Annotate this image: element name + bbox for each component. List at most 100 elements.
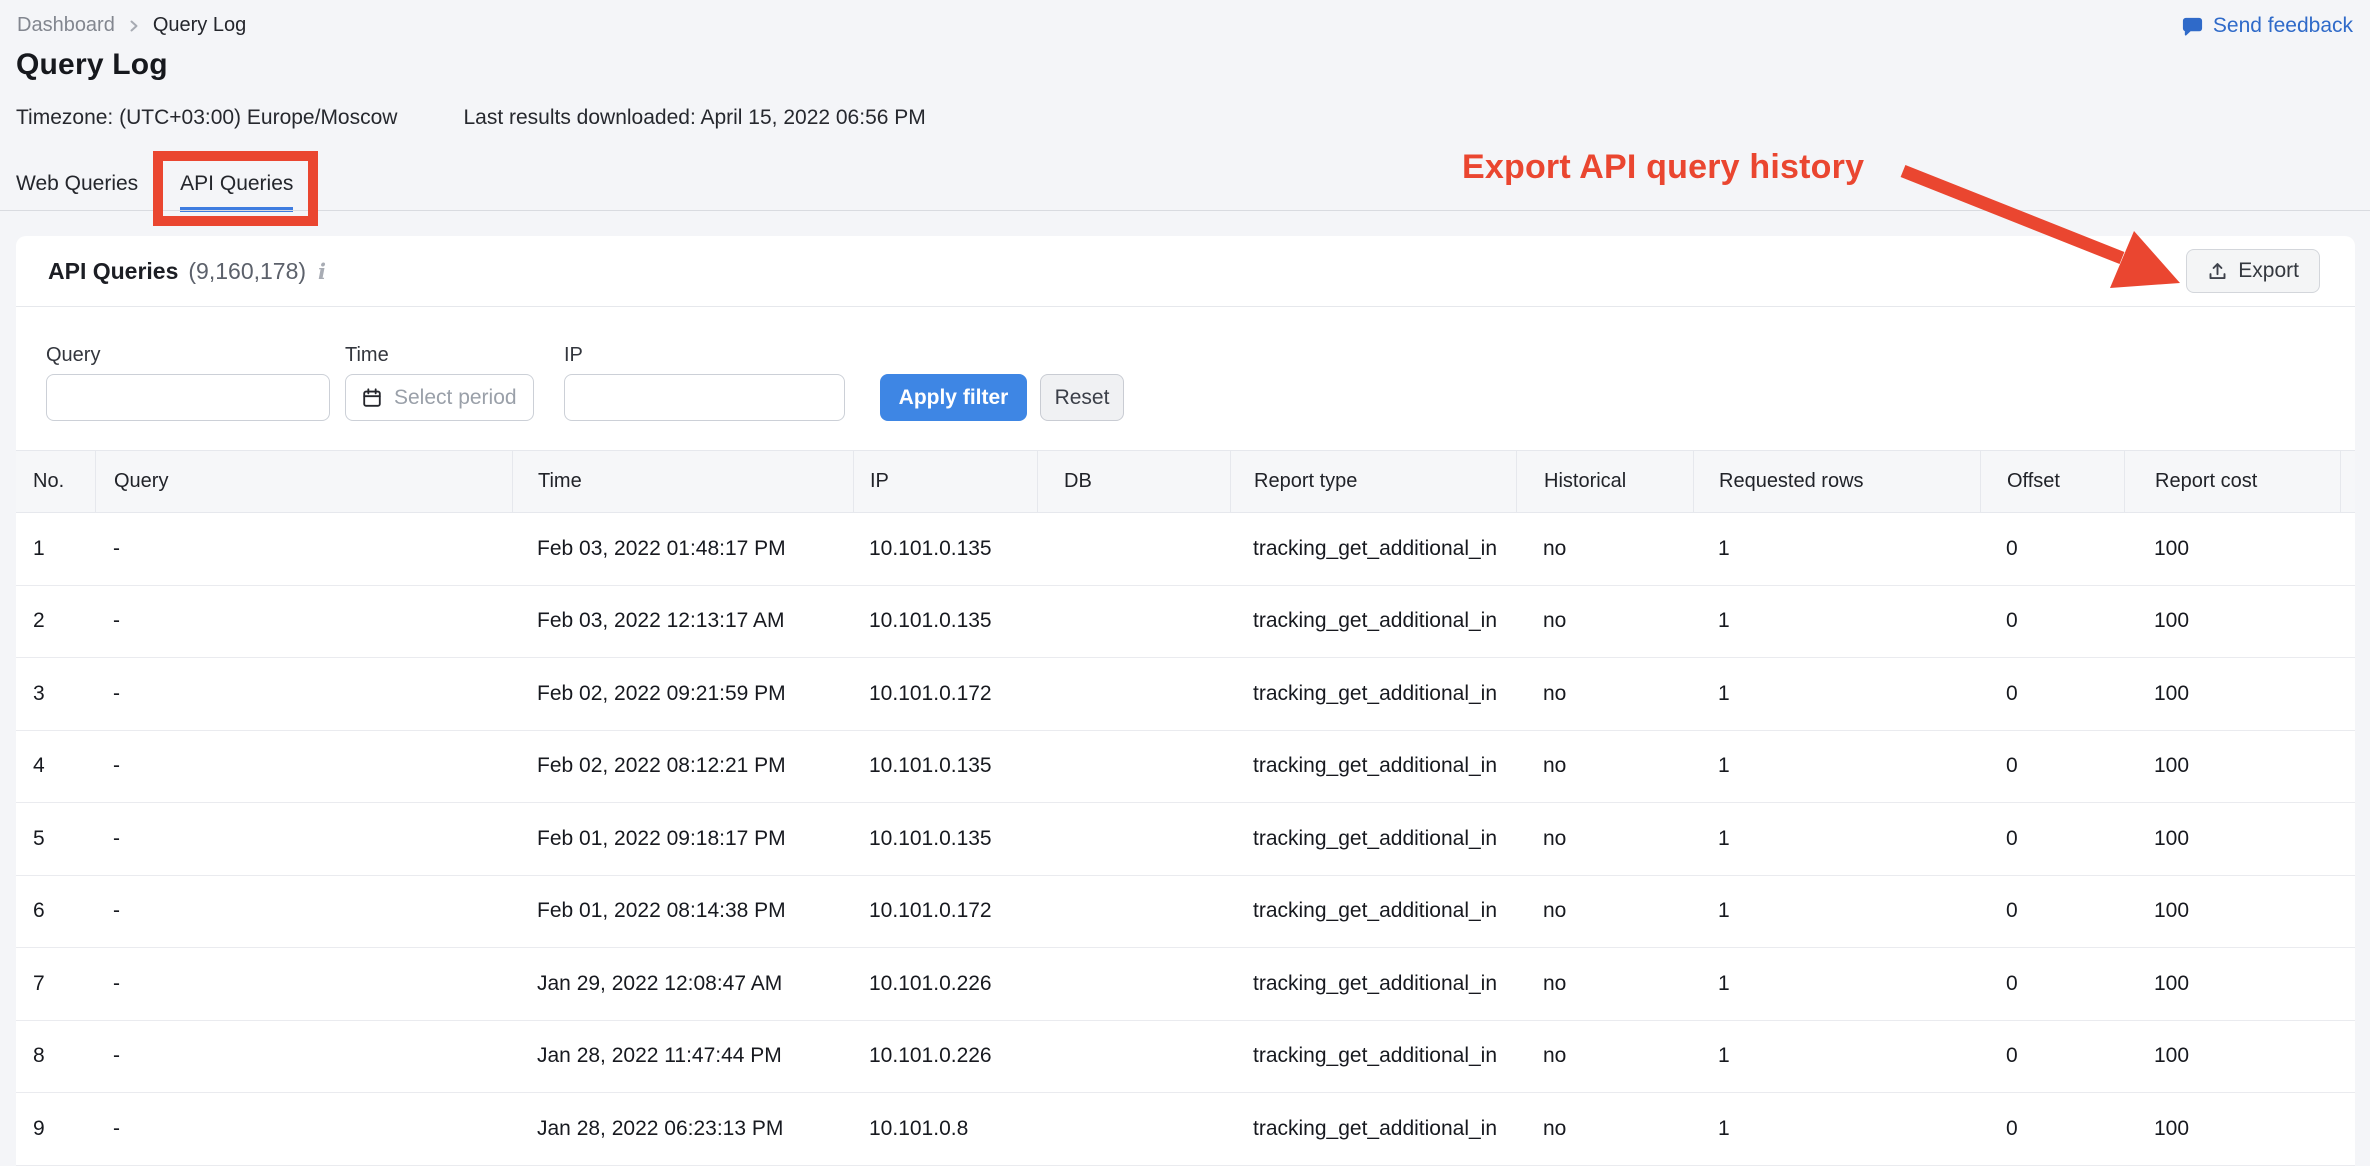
time-period-select[interactable]: Select period (345, 374, 534, 421)
cell-db (1037, 586, 1230, 658)
cell-ip: 10.101.0.226 (853, 1021, 1037, 1093)
cell-historical: no (1516, 948, 1693, 1020)
cell-spacer (2340, 658, 2355, 730)
column-header-db: DB (1037, 451, 1230, 512)
cell-requested-rows: 1 (1693, 731, 1980, 803)
breadcrumb: Dashboard Query Log (17, 14, 246, 37)
cell-spacer (2340, 803, 2355, 875)
cell-historical: no (1516, 658, 1693, 730)
table-row: 2-Feb 03, 2022 12:13:17 AM10.101.0.135tr… (16, 586, 2355, 659)
table-row: 3-Feb 02, 2022 09:21:59 PM10.101.0.172tr… (16, 658, 2355, 731)
tab-web-queries[interactable]: Web Queries (16, 172, 138, 212)
cell-spacer (2340, 513, 2355, 585)
cell-query: - (95, 658, 512, 730)
cell-ip: 10.101.0.135 (853, 513, 1037, 585)
cell-historical: no (1516, 1021, 1693, 1093)
table-row: 1-Feb 03, 2022 01:48:17 PM10.101.0.135tr… (16, 513, 2355, 586)
cell-historical: no (1516, 513, 1693, 585)
query-filter-input[interactable] (46, 374, 330, 421)
cell-report-cost: 100 (2124, 948, 2340, 1020)
cell-no: 5 (16, 803, 95, 875)
cell-query: - (95, 513, 512, 585)
cell-offset: 0 (1980, 948, 2124, 1020)
cell-offset: 0 (1980, 876, 2124, 948)
cell-requested-rows: 1 (1693, 948, 1980, 1020)
tab-bar: Web Queries API Queries (16, 172, 293, 212)
cell-historical: no (1516, 1093, 1693, 1165)
panel-header: API Queries (9,160,178) i Export (16, 236, 2355, 307)
table-row: 6-Feb 01, 2022 08:14:38 PM10.101.0.172tr… (16, 876, 2355, 949)
table-row: 8-Jan 28, 2022 11:47:44 PM10.101.0.226tr… (16, 1021, 2355, 1094)
info-icon[interactable]: i (316, 259, 328, 284)
cell-spacer (2340, 876, 2355, 948)
last-results-text: Last results downloaded: April 15, 2022 … (463, 106, 925, 130)
timezone-text: Timezone: (UTC+03:00) Europe/Moscow (16, 106, 397, 130)
ip-filter-label: IP (564, 344, 583, 367)
export-button[interactable]: Export (2186, 249, 2320, 293)
cell-no: 1 (16, 513, 95, 585)
cell-requested-rows: 1 (1693, 1093, 1980, 1165)
breadcrumb-dashboard-link[interactable]: Dashboard (17, 14, 115, 37)
cell-spacer (2340, 731, 2355, 803)
apply-filter-button[interactable]: Apply filter (880, 374, 1027, 421)
table-body: 1-Feb 03, 2022 01:48:17 PM10.101.0.135tr… (16, 513, 2355, 1166)
ip-filter-input[interactable] (564, 374, 845, 421)
cell-time: Feb 03, 2022 12:13:17 AM (512, 586, 853, 658)
cell-requested-rows: 1 (1693, 586, 1980, 658)
cell-ip: 10.101.0.135 (853, 586, 1037, 658)
cell-offset: 0 (1980, 1093, 2124, 1165)
cell-time: Feb 01, 2022 09:18:17 PM (512, 803, 853, 875)
cell-ip: 10.101.0.135 (853, 731, 1037, 803)
cell-offset: 0 (1980, 803, 2124, 875)
cell-query: - (95, 1021, 512, 1093)
send-feedback-link[interactable]: Send feedback (2181, 14, 2353, 38)
table-row: 7-Jan 29, 2022 12:08:47 AM10.101.0.226tr… (16, 948, 2355, 1021)
cell-spacer (2340, 586, 2355, 658)
cell-ip: 10.101.0.172 (853, 658, 1037, 730)
breadcrumb-current: Query Log (153, 14, 246, 37)
cell-report-type: tracking_get_additional_in (1230, 513, 1516, 585)
cell-spacer (2340, 948, 2355, 1020)
column-header-report-type: Report type (1230, 451, 1516, 512)
cell-historical: no (1516, 731, 1693, 803)
time-select-placeholder: Select period (394, 386, 517, 410)
cell-requested-rows: 1 (1693, 803, 1980, 875)
cell-report-type: tracking_get_additional_in (1230, 948, 1516, 1020)
cell-no: 6 (16, 876, 95, 948)
cell-time: Feb 02, 2022 09:21:59 PM (512, 658, 853, 730)
cell-time: Jan 28, 2022 11:47:44 PM (512, 1021, 853, 1093)
cell-time: Feb 01, 2022 08:14:38 PM (512, 876, 853, 948)
cell-report-cost: 100 (2124, 1021, 2340, 1093)
reset-button[interactable]: Reset (1040, 374, 1124, 421)
cell-report-type: tracking_get_additional_in (1230, 1093, 1516, 1165)
cell-report-type: tracking_get_additional_in (1230, 876, 1516, 948)
cell-report-cost: 100 (2124, 658, 2340, 730)
page-title: Query Log (16, 48, 168, 82)
cell-time: Jan 29, 2022 12:08:47 AM (512, 948, 853, 1020)
cell-offset: 0 (1980, 513, 2124, 585)
cell-offset: 0 (1980, 731, 2124, 803)
meta-row: Timezone: (UTC+03:00) Europe/Moscow Last… (16, 106, 926, 130)
table-row: 9-Jan 28, 2022 06:23:13 PM10.101.0.8trac… (16, 1093, 2355, 1166)
cell-offset: 0 (1980, 586, 2124, 658)
tab-api-queries[interactable]: API Queries (180, 172, 293, 212)
cell-db (1037, 513, 1230, 585)
cell-ip: 10.101.0.172 (853, 876, 1037, 948)
query-filter-label: Query (46, 344, 100, 367)
cell-report-cost: 100 (2124, 513, 2340, 585)
cell-report-type: tracking_get_additional_in (1230, 658, 1516, 730)
cell-db (1037, 876, 1230, 948)
tab-bar-divider (0, 210, 2370, 211)
column-header-report-cost: Report cost (2124, 451, 2340, 512)
column-header-spacer (2340, 451, 2355, 512)
upload-icon (2207, 261, 2228, 282)
cell-report-cost: 100 (2124, 803, 2340, 875)
cell-report-type: tracking_get_additional_in (1230, 1021, 1516, 1093)
cell-db (1037, 948, 1230, 1020)
calendar-icon (361, 387, 383, 409)
cell-query: - (95, 731, 512, 803)
cell-no: 7 (16, 948, 95, 1020)
column-header-requested-rows: Requested rows (1693, 451, 1980, 512)
column-header-ip: IP (853, 451, 1037, 512)
cell-spacer (2340, 1021, 2355, 1093)
